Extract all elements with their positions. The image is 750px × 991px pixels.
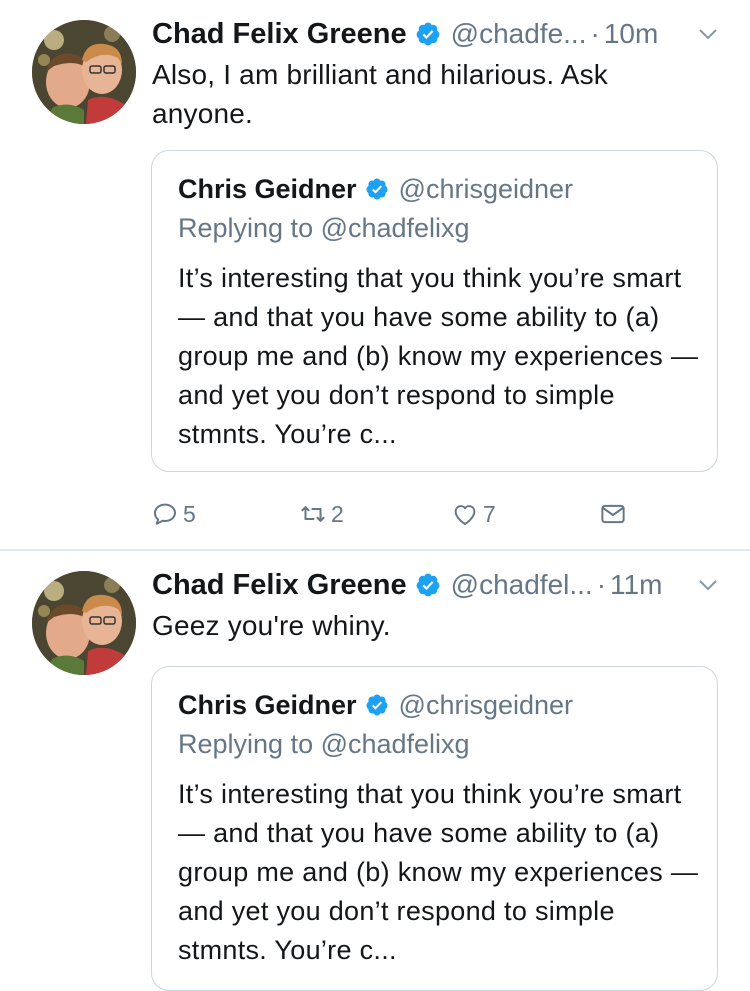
quote-header: Chris Geidner @chrisgeidner [178,687,573,723]
verified-badge-icon [416,22,440,46]
tweet-text: Also, I am brilliant and hilarious. Ask … [152,59,609,129]
quote-text: It’s interesting that you think you’re s… [178,263,699,449]
verified-badge-icon [366,694,388,716]
author-handle[interactable]: @chadfel... [451,569,593,601]
reply-icon [154,503,176,525]
envelope-icon [601,504,625,524]
timestamp[interactable]: 11m [610,569,662,601]
quoted-tweet[interactable]: Chris Geidner @chrisgeidner Replying to … [151,666,718,991]
quote-header: Chris Geidner @chrisgeidner [178,171,573,207]
quote-text: It’s interesting that you think you’re s… [178,779,699,965]
author-handle[interactable]: @chadfe... [451,18,587,50]
timestamp[interactable]: 10m [604,18,658,50]
action-bar: 5 2 7 [150,496,640,532]
tweet-header: Chad Felix Greene @chadfel... · 11m [152,565,720,605]
chevron-down-icon[interactable] [696,573,720,597]
direct-message-button[interactable] [598,496,628,532]
like-count: 7 [483,500,496,527]
reply-button[interactable]: 5 [150,496,196,532]
replying-to: Replying to @chadfelixg [178,729,470,759]
quote-author-name: Chris Geidner [178,173,357,204]
heart-icon [454,505,476,525]
quote-author-handle: @chrisgeidner [398,689,574,720]
reply-count: 5 [183,500,196,527]
quote-author-handle: @chrisgeidner [398,173,574,204]
retweet-icon [301,506,325,522]
author-name[interactable]: Chad Felix Greene [152,18,407,51]
tweet-header: Chad Felix Greene @chadfe... · 10m [152,14,720,54]
separator-dot: · [590,18,600,49]
tweet[interactable]: Chad Felix Greene @chadfel... · 11m Geez… [0,551,750,991]
author-name[interactable]: Chad Felix Greene [152,569,407,602]
retweet-button[interactable]: 2 [298,496,344,532]
author-avatar[interactable] [32,571,136,675]
quote-author-name: Chris Geidner [178,689,357,720]
replying-to: Replying to @chadfelixg [178,213,470,243]
verified-badge-icon [416,573,440,597]
quoted-tweet[interactable]: Chris Geidner @chrisgeidner Replying to … [151,150,718,472]
author-avatar[interactable] [32,20,136,124]
like-button[interactable]: 7 [450,496,496,532]
verified-badge-icon [366,178,388,200]
chevron-down-icon[interactable] [696,22,720,46]
retweet-count: 2 [331,500,344,527]
separator-dot: · [596,569,607,600]
tweet-text: Geez you're whiny. [152,610,391,641]
tweet[interactable]: Chad Felix Greene @chadfe... · 10m Also,… [0,0,750,550]
